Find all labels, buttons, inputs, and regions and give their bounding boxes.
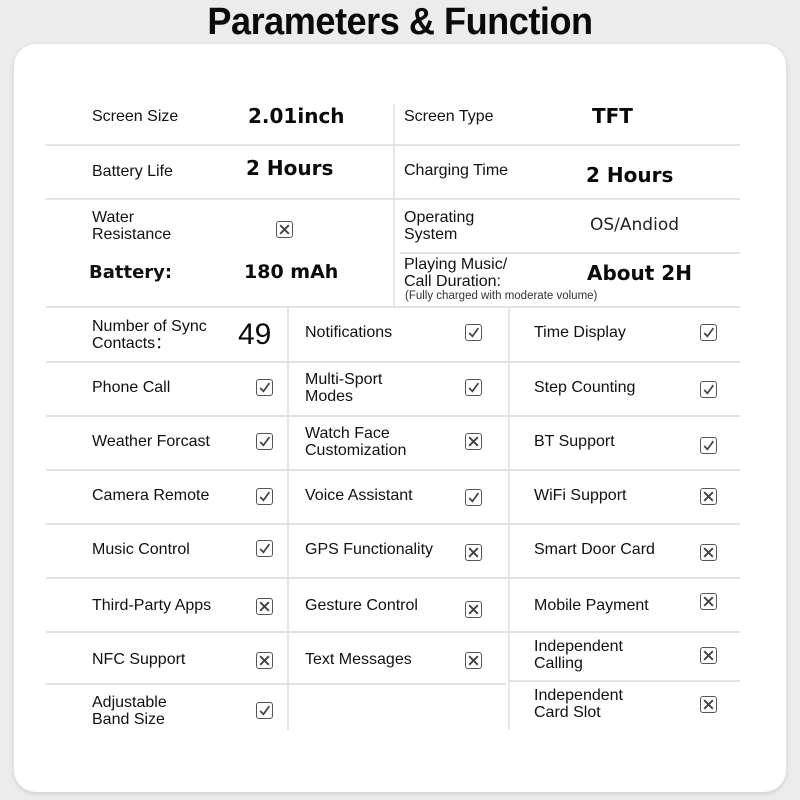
label-line: Independent <box>534 638 623 655</box>
feature-label: Third-Party Apps <box>92 597 212 614</box>
checkbox-checked-icon <box>700 437 717 454</box>
sync-contacts-label: Number of Sync Contacts： <box>92 318 207 352</box>
divider <box>46 198 740 200</box>
battery-value: 180 mAh <box>244 261 339 283</box>
divider <box>508 306 510 730</box>
x-box-icon <box>700 593 717 610</box>
label-line: Customization <box>305 442 407 459</box>
feature-label: NFC Support <box>92 651 186 668</box>
divider <box>46 144 740 146</box>
feature-label: Time Display <box>534 324 626 341</box>
playing-music-value: About 2H <box>587 261 692 285</box>
feature-label: Phone Call <box>92 379 171 396</box>
playing-music-label: Playing Music/ Call Duration: <box>404 256 507 290</box>
label-line: Call Duration: <box>404 273 501 290</box>
divider <box>393 104 395 306</box>
divider <box>46 683 506 685</box>
checkbox-checked-icon <box>256 433 273 450</box>
checkbox-checked-icon <box>256 488 273 505</box>
feature-label: WiFi Support <box>534 487 627 504</box>
feature-label: Camera Remote <box>92 487 210 504</box>
divider <box>510 680 740 682</box>
label-line: Playing Music/ <box>404 256 508 273</box>
divider <box>46 306 740 308</box>
divider <box>46 415 740 417</box>
label-line: Multi-Sport <box>305 371 383 388</box>
x-box-icon <box>465 652 482 669</box>
divider <box>46 523 740 525</box>
divider <box>400 252 740 254</box>
label-line: Independent <box>534 687 623 704</box>
water-resistance-x-box-icon <box>276 221 293 238</box>
water-resistance-label: Water Resistance <box>92 209 171 243</box>
checkbox-checked-icon <box>700 381 717 398</box>
checkbox-checked-icon <box>465 324 482 341</box>
x-box-icon <box>465 544 482 561</box>
divider <box>46 631 740 633</box>
label-line: Water <box>92 209 135 226</box>
feature-label: Adjustable Band Size <box>92 694 167 728</box>
label-line: Band Size <box>92 711 165 728</box>
feature-label: Step Counting <box>534 379 636 396</box>
feature-label: Gesture Control <box>305 597 418 614</box>
label-line: Calling <box>534 655 583 672</box>
feature-label: Notifications <box>305 324 393 341</box>
charging-time-value: 2 Hours <box>586 163 674 187</box>
feature-label: Smart Door Card <box>534 541 655 558</box>
feature-label: Independent Calling <box>534 638 623 672</box>
label-line: Adjustable <box>92 694 167 711</box>
divider <box>46 361 740 363</box>
screen-size-label: Screen Size <box>92 108 179 125</box>
screen-size-value: 2.01inch <box>248 104 345 128</box>
label-line: Card Slot <box>534 704 601 721</box>
playing-music-note: (Fully charged with moderate volume) <box>405 290 598 302</box>
battery-label: Battery: <box>89 262 173 283</box>
x-box-icon <box>700 544 717 561</box>
label-line: Watch Face <box>305 425 390 442</box>
feature-label: Voice Assistant <box>305 487 413 504</box>
feature-label: Multi-Sport Modes <box>305 371 382 405</box>
feature-label: Independent Card Slot <box>534 687 623 721</box>
x-box-icon <box>256 598 273 615</box>
battery-life-label: Battery Life <box>92 163 173 180</box>
x-box-icon <box>700 647 717 664</box>
feature-label: BT Support <box>534 433 615 450</box>
checkbox-checked-icon <box>256 702 273 719</box>
checkbox-checked-icon <box>465 379 482 396</box>
battery-life-value: 2 Hours <box>246 156 334 180</box>
feature-label: Mobile Payment <box>534 597 649 614</box>
operating-system-label: Operating System <box>404 209 474 243</box>
label-line: Contacts： <box>92 335 172 352</box>
feature-label: Music Control <box>92 541 190 558</box>
checkbox-checked-icon <box>700 324 717 341</box>
checkbox-checked-icon <box>256 540 273 557</box>
divider <box>287 306 289 730</box>
x-box-icon <box>700 696 717 713</box>
page-title: Parameters & Function <box>207 1 593 43</box>
feature-label: GPS Functionality <box>305 541 434 558</box>
x-box-icon <box>465 601 482 618</box>
sync-contacts-value: 49 <box>238 318 272 351</box>
screen-type-value: TFT <box>592 104 633 128</box>
charging-time-label: Charging Time <box>404 162 509 179</box>
label-line: Operating <box>404 209 475 226</box>
divider <box>46 577 740 579</box>
feature-label: Watch Face Customization <box>305 425 406 459</box>
x-box-icon <box>256 652 273 669</box>
divider <box>46 469 740 471</box>
x-box-icon <box>465 433 482 450</box>
screen-type-label: Screen Type <box>404 108 494 125</box>
feature-label: Weather Forcast <box>92 433 210 450</box>
label-line: Resistance <box>92 226 172 243</box>
label-line: Number of Sync <box>92 318 207 335</box>
feature-label: Text Messages <box>305 651 412 668</box>
operating-system-value: OS/Andiod <box>590 215 680 235</box>
x-box-icon <box>700 488 717 505</box>
label-line: System <box>404 226 458 243</box>
label-line: Modes <box>305 388 354 405</box>
checkbox-checked-icon <box>256 379 273 396</box>
checkbox-checked-icon <box>465 489 482 506</box>
